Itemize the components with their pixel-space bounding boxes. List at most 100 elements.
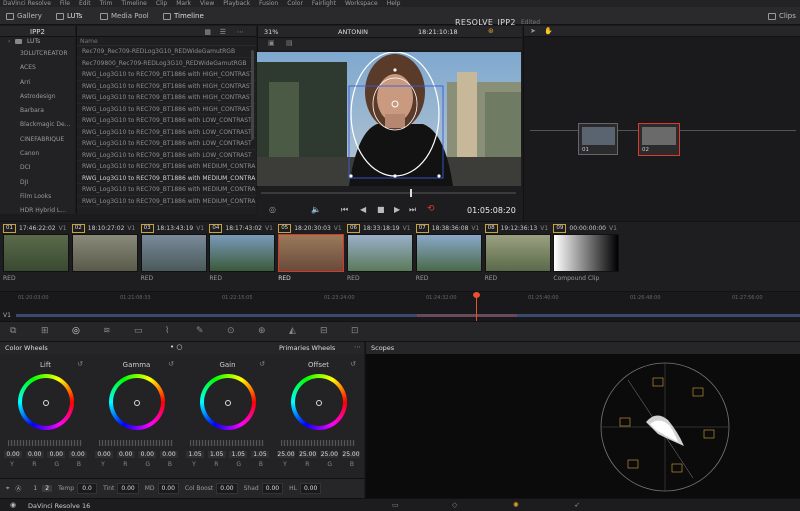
deliver-page-icon[interactable]: ➶ [574,501,580,509]
clip-thumbnail[interactable] [347,234,413,272]
more-options-icon[interactable]: ⋯ [354,343,361,351]
luts-button[interactable]: LUTs [56,10,82,22]
reset-icon[interactable]: ↺ [77,360,83,368]
master-wheel-slider[interactable] [190,440,264,446]
menu-item[interactable]: Workspace [345,0,378,7]
video-frame[interactable] [257,52,521,186]
layout-icon[interactable]: ▤ [286,39,293,47]
sizing-icon[interactable]: ⊡ [351,326,359,336]
curves-icon[interactable]: ⌇ [165,326,169,336]
timeline-selected-clip[interactable] [417,314,517,317]
zoom-level[interactable]: 31% [264,28,278,36]
master-wheel-slider[interactable] [99,440,173,446]
grid-view-icon[interactable]: ▦ [204,28,211,36]
wheel-value[interactable]: 0.00 [95,451,113,458]
tracker-icon[interactable]: ⊕ [258,326,266,336]
color-match-icon[interactable]: ⊞ [41,326,49,336]
clip-thumbnail[interactable] [278,234,345,272]
lut-folder-item[interactable]: DJI [0,176,75,190]
auto-balance-icon[interactable]: Ⓐ [15,484,21,493]
camera-raw-icon[interactable]: ⧉ [10,326,16,336]
clip-thumbnail[interactable] [484,234,551,272]
rgb-mixer-icon[interactable]: ≋ [103,326,111,336]
wheel-value[interactable]: 25.00 [320,451,339,458]
color-wheel-handle[interactable] [133,400,140,406]
lut-folder-item[interactable]: 3DLUTCREATOR [0,47,75,61]
node-01[interactable]: 01 [578,123,618,155]
wheel-value[interactable]: 0.00 [4,451,22,458]
lut-row[interactable]: RWG_Log3G10 to REC709_BT1886 with MEDIUM… [77,161,256,173]
wheel-value[interactable]: 25.00 [341,451,360,458]
color-wheels-icon[interactable]: ◎ [72,326,80,336]
lut-row[interactable]: RWG_Log3G10 to REC709_BT1886 with MEDIUM… [77,184,256,196]
stop-icon[interactable]: ■ [377,205,385,214]
viewer-options-icon[interactable]: ◎ [269,205,276,214]
wheel-value[interactable]: 0.00 [159,451,178,458]
lut-folder-item[interactable]: Canon [0,147,75,161]
highlights-field[interactable]: HL 0.00 [289,483,322,494]
lut-row[interactable]: RWG_Log3G10 to REC709_BT1886 with LOW_CO… [77,115,256,127]
timeline-track[interactable] [16,314,800,317]
lut-row[interactable]: Rec709_Rec709-REDLog3G10_REDWideGamutRGB [77,46,256,58]
hand-icon[interactable]: ✋ [544,27,553,35]
wheel-value[interactable]: 0.00 [116,451,135,458]
lut-folder-item[interactable]: Film Looks [0,190,75,204]
page-1[interactable]: 1 [33,485,37,492]
lut-folder-item[interactable]: Arri [0,76,75,90]
fusion-page-icon[interactable]: ◇ [452,501,457,509]
lut-row[interactable]: RWG_Log3G10 to REC709_BT1886 with HIGH_C… [77,81,256,92]
wheel-value[interactable]: 25.00 [277,451,295,458]
key-icon[interactable]: ⊟ [320,326,328,336]
menu-item[interactable]: Color [287,0,303,7]
scrub-playhead[interactable] [410,189,412,197]
lut-row[interactable]: RWG_Log3G10 to REC709_BT1886 with MEDIUM… [77,173,256,184]
lut-row[interactable]: RWG_Log3G10 to REC709_BT1886 with HIGH_C… [77,69,256,81]
clip-thumbnail[interactable] [71,234,138,272]
menu-item[interactable]: Edit [79,0,91,7]
clip-thumbnail[interactable] [140,234,207,272]
media-pool-button[interactable]: Media Pool [100,10,149,22]
window-icon[interactable]: ⊙ [227,326,235,336]
split-screen-icon[interactable]: ▣ [268,39,275,47]
lut-folder-item[interactable]: CINEFABRIQUE [0,133,75,147]
lut-row[interactable]: RWG_Log3G10 to REC709_BT1886 with LOW_CO… [77,150,256,161]
menu-item[interactable]: Fusion [259,0,278,7]
motion-effects-icon[interactable]: ▭ [134,326,143,336]
picker-icon[interactable]: ⌖ [6,485,9,493]
color-wheel-handle[interactable] [315,400,322,406]
clip-thumbnail[interactable] [415,234,482,272]
md-field[interactable]: MD 0.00 [145,483,179,494]
reset-icon[interactable]: ↺ [168,360,174,368]
wheel-value[interactable]: 0.00 [68,451,87,458]
lut-tree-root[interactable]: › LUTs [0,37,75,47]
menu-item[interactable]: Playback [223,0,250,7]
menu-item[interactable]: File [60,0,70,7]
bypass-icon[interactable]: ⊛ [488,27,494,35]
lut-folder-item[interactable]: DCI [0,161,75,175]
reset-icon[interactable]: ↺ [259,360,265,368]
play-icon[interactable]: ▶ [394,205,400,214]
lut-folder-item[interactable]: Barbara [0,104,75,118]
menu-item[interactable]: Mark [176,0,191,7]
node-02[interactable]: 02 [638,123,680,156]
lut-folder-item[interactable]: HDR Hybrid L... [0,204,75,218]
wheel-value[interactable]: 1.05 [186,451,204,458]
menu-item[interactable]: Timeline [121,0,147,7]
wheel-value[interactable]: 0.00 [138,451,157,458]
clips-button[interactable]: Clips [768,10,796,22]
list-view-icon[interactable]: ☰ [220,28,226,36]
menu-item[interactable]: DaVinci Resolve [3,0,51,7]
qualifier-icon[interactable]: ✎ [196,326,204,336]
tint-field[interactable]: Tint 0.00 [103,483,139,494]
play-reverse-icon[interactable]: ◀ [360,205,366,214]
master-wheel-slider[interactable] [281,440,355,446]
wheel-value[interactable]: 0.00 [47,451,66,458]
timeline-button[interactable]: Timeline [163,10,204,22]
audio-icon[interactable]: 🔈 [311,205,321,214]
lut-row[interactable]: RWG_Log3G10 to REC709_BT1886 with MEDIUM… [77,196,256,207]
edit-page-icon[interactable]: ▭ [392,501,399,509]
wheels-mode-select[interactable]: Primaries Wheels [279,344,335,352]
shadows-field[interactable]: Shad 0.00 [244,483,284,494]
wheel-value[interactable]: 0.00 [25,451,44,458]
wheel-value[interactable]: 1.05 [250,451,269,458]
